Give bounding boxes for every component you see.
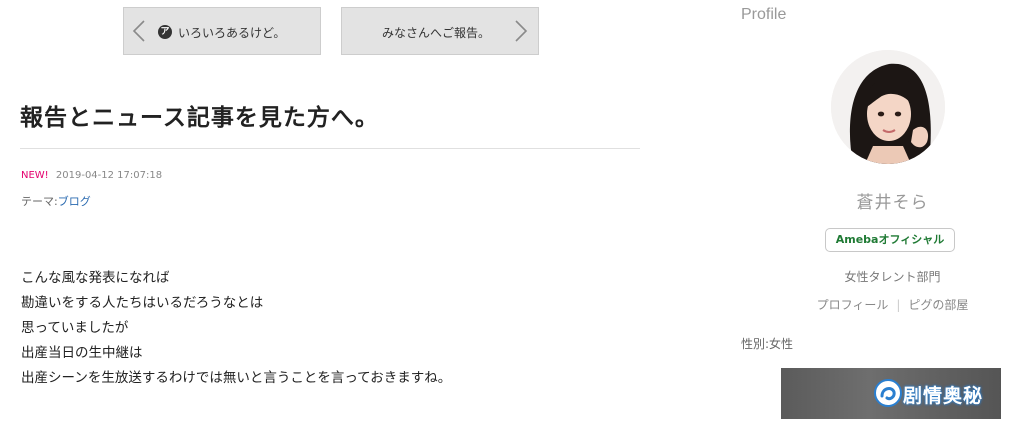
next-entry-button[interactable]: みなさんへご報告。 <box>341 7 539 55</box>
article-body: こんな風な発表になれば 勘違いをする人たちはいるだろうなとは 思っていましたが … <box>21 266 451 391</box>
article-timestamp: 2019-04-12 17:07:18 <box>55 170 163 181</box>
profile-name[interactable]: 蒼井そら <box>780 188 1005 213</box>
prev-entry-button[interactable]: ア いろいろあるけど。 <box>123 7 321 55</box>
link-separator: | <box>896 298 901 312</box>
official-badge[interactable]: Amebaオフィシャル <box>825 228 955 252</box>
chevron-left-icon <box>132 20 145 42</box>
body-line: 思っていましたが <box>21 320 129 336</box>
watermark-banner: 剧情奥秘 <box>781 368 1001 419</box>
avatar[interactable] <box>831 50 945 164</box>
avatar-photo <box>831 50 945 164</box>
theme-label: テーマ: <box>21 195 58 208</box>
watermark-text: 剧情奥秘 <box>903 385 984 407</box>
title-divider <box>20 148 640 149</box>
new-badge: NEW! <box>21 170 49 181</box>
profile-link[interactable]: プロフィール <box>817 298 889 312</box>
body-line: こんな風な発表になれば <box>21 270 170 286</box>
article-meta: NEW! 2019-04-12 17:07:18 <box>21 170 162 181</box>
body-line: 勘違いをする人たちはいるだろうなとは <box>21 295 264 311</box>
body-line: 出産シーンを生放送するわけでは無いと言うことを言っておきますね。 <box>21 370 452 386</box>
profile-links: プロフィール | ピグの部屋 <box>780 296 1005 313</box>
profile-category[interactable]: 女性タレント部門 <box>780 268 1005 285</box>
blog-page: ア いろいろあるけど。 みなさんへご報告。 報告とニュース記事を見た方へ。 NE… <box>0 0 1020 429</box>
pig-room-link[interactable]: ピグの部屋 <box>908 298 968 312</box>
body-line: 出産当日の生中継は <box>21 345 143 361</box>
theme-link[interactable]: ブログ <box>58 195 91 208</box>
next-entry-label: みなさんへご報告。 <box>382 26 491 40</box>
watermark-logo-icon <box>874 379 902 407</box>
article-theme: テーマ:ブログ <box>21 193 91 209</box>
chevron-right-icon <box>515 20 528 42</box>
article-title[interactable]: 報告とニュース記事を見た方へ。 <box>20 98 379 132</box>
prev-entry-label: いろいろあるけど。 <box>178 26 286 40</box>
profile-gender: 性別:女性 <box>741 337 794 351</box>
ameba-icon: ア <box>158 25 172 39</box>
profile-heading: Profile <box>741 6 787 23</box>
